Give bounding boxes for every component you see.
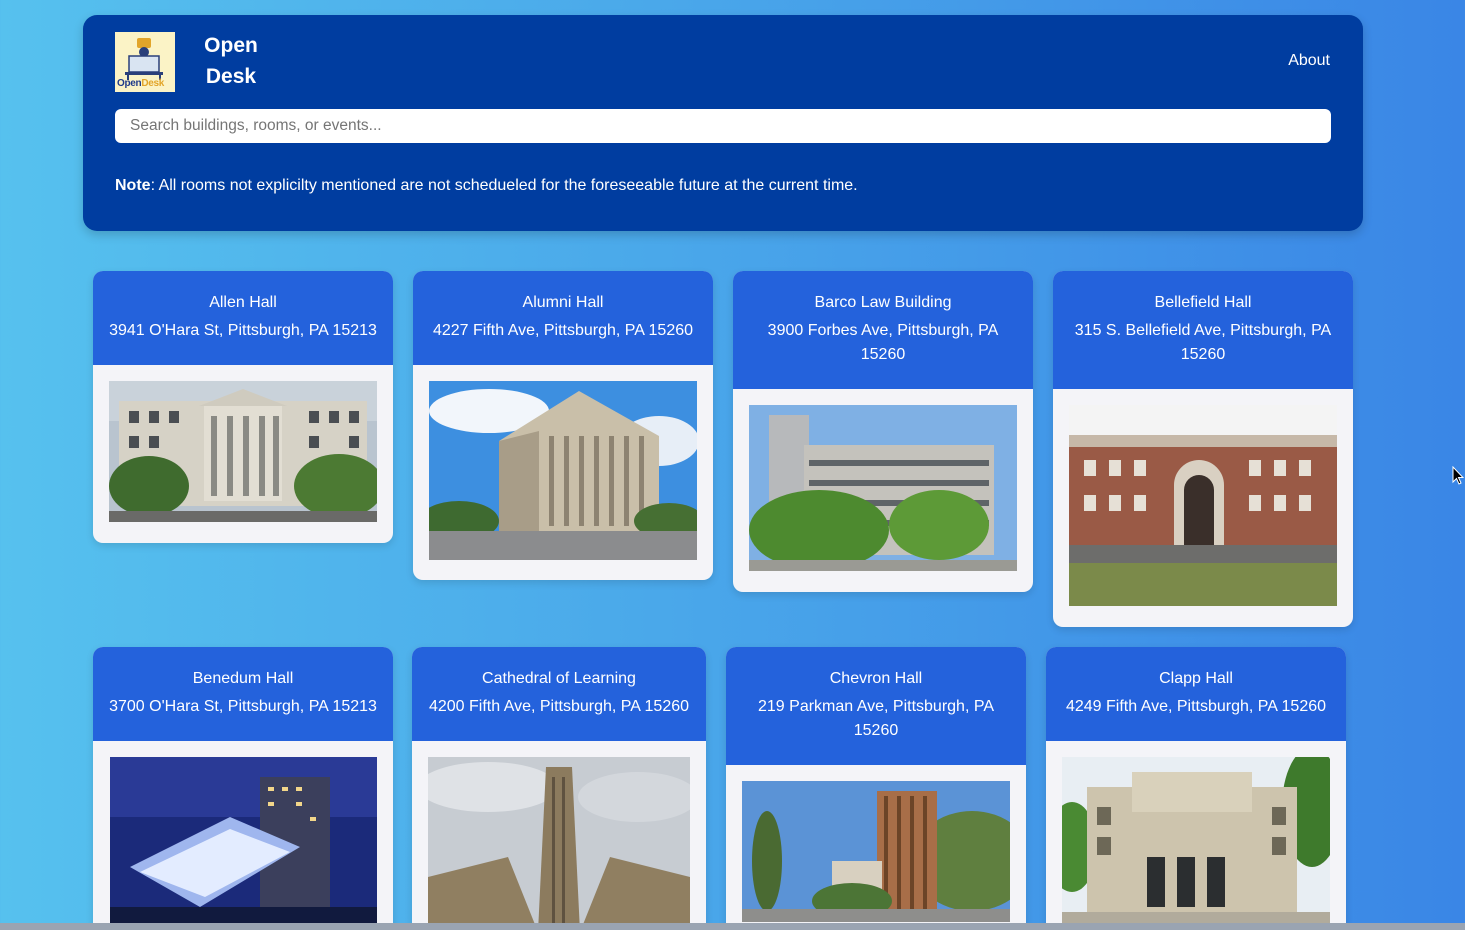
- card-header: Bellefield Hall 315 S. Bellefield Ave, P…: [1053, 271, 1353, 389]
- building-address: 3900 Forbes Ave, Pittsburgh, PA 15260: [767, 322, 999, 363]
- building-photo: [109, 381, 377, 522]
- building-card-benedum-hall[interactable]: Benedum Hall 3700 O'Hara St, Pittsburgh,…: [93, 647, 393, 930]
- building-address: 4200 Fifth Ave, Pittsburgh, PA 15260: [428, 698, 690, 715]
- building-name: Cathedral of Learning: [482, 670, 636, 687]
- card-header: Cathedral of Learning 4200 Fifth Ave, Pi…: [412, 647, 706, 741]
- search-input[interactable]: [115, 109, 1331, 143]
- building-address: 4249 Fifth Ave, Pittsburgh, PA 15260: [1065, 698, 1327, 715]
- building-card-allen-hall[interactable]: Allen Hall 3941 O'Hara St, Pittsburgh, P…: [93, 271, 393, 543]
- building-name: Chevron Hall: [829, 670, 923, 687]
- card-header: Alumni Hall 4227 Fifth Ave, Pittsburgh, …: [413, 271, 713, 365]
- opendesk-logo[interactable]: OpenDesk: [115, 32, 175, 92]
- building-card-bellefield-hall[interactable]: Bellefield Hall 315 S. Bellefield Ave, P…: [1053, 271, 1353, 627]
- building-name: Clapp Hall: [1159, 670, 1233, 687]
- app-header: OpenDesk Open Desk About Note: All rooms…: [83, 15, 1363, 231]
- card-header: Benedum Hall 3700 O'Hara St, Pittsburgh,…: [93, 647, 393, 741]
- mouse-cursor-icon: [1452, 466, 1464, 485]
- building-card-chevron-hall[interactable]: Chevron Hall 219 Parkman Ave, Pittsburgh…: [726, 647, 1026, 930]
- building-address: 4227 Fifth Ave, Pittsburgh, PA 15260: [432, 322, 694, 339]
- note-text: : All rooms not explicilty mentioned are…: [150, 177, 858, 194]
- building-name: Benedum Hall: [192, 670, 294, 687]
- building-photo: [1069, 405, 1337, 606]
- building-photo: [429, 381, 697, 560]
- building-card-alumni-hall[interactable]: Alumni Hall 4227 Fifth Ave, Pittsburgh, …: [413, 271, 713, 580]
- note-label: Note: [115, 177, 151, 194]
- building-photo: [1062, 757, 1330, 930]
- building-photo: [428, 757, 690, 930]
- building-address: 3700 O'Hara St, Pittsburgh, PA 15213: [109, 698, 377, 715]
- brand-line-2: Desk: [205, 65, 257, 88]
- schedule-note: Note: All rooms not explicilty mentioned…: [115, 177, 858, 195]
- building-address: 315 S. Bellefield Ave, Pittsburgh, PA 15…: [1074, 322, 1332, 363]
- building-photo: [109, 757, 377, 930]
- card-header: Allen Hall 3941 O'Hara St, Pittsburgh, P…: [93, 271, 393, 365]
- building-card-barco-law[interactable]: Barco Law Building 3900 Forbes Ave, Pitt…: [733, 271, 1033, 592]
- about-link[interactable]: About: [1288, 52, 1330, 70]
- building-photo: [749, 405, 1017, 571]
- building-card-cathedral-of-learning[interactable]: Cathedral of Learning 4200 Fifth Ave, Pi…: [412, 647, 706, 930]
- brand-title[interactable]: Open Desk: [201, 30, 261, 92]
- building-name: Barco Law Building: [814, 294, 952, 311]
- building-address: 3941 O'Hara St, Pittsburgh, PA 15213: [109, 322, 377, 339]
- brand-line-1: Open: [204, 34, 258, 57]
- building-name: Alumni Hall: [522, 294, 604, 311]
- building-address: 219 Parkman Ave, Pittsburgh, PA 15260: [758, 698, 994, 739]
- window-bottom-edge: [0, 923, 1465, 930]
- building-name: Allen Hall: [209, 294, 277, 311]
- building-name: Bellefield Hall: [1154, 294, 1252, 311]
- card-header: Clapp Hall 4249 Fifth Ave, Pittsburgh, P…: [1046, 647, 1346, 741]
- logo-wordmark: OpenDesk: [117, 78, 165, 89]
- card-header: Chevron Hall 219 Parkman Ave, Pittsburgh…: [726, 647, 1026, 765]
- card-header: Barco Law Building 3900 Forbes Ave, Pitt…: [733, 271, 1033, 389]
- building-card-clapp-hall[interactable]: Clapp Hall 4249 Fifth Ave, Pittsburgh, P…: [1046, 647, 1346, 930]
- building-photo: [742, 781, 1010, 922]
